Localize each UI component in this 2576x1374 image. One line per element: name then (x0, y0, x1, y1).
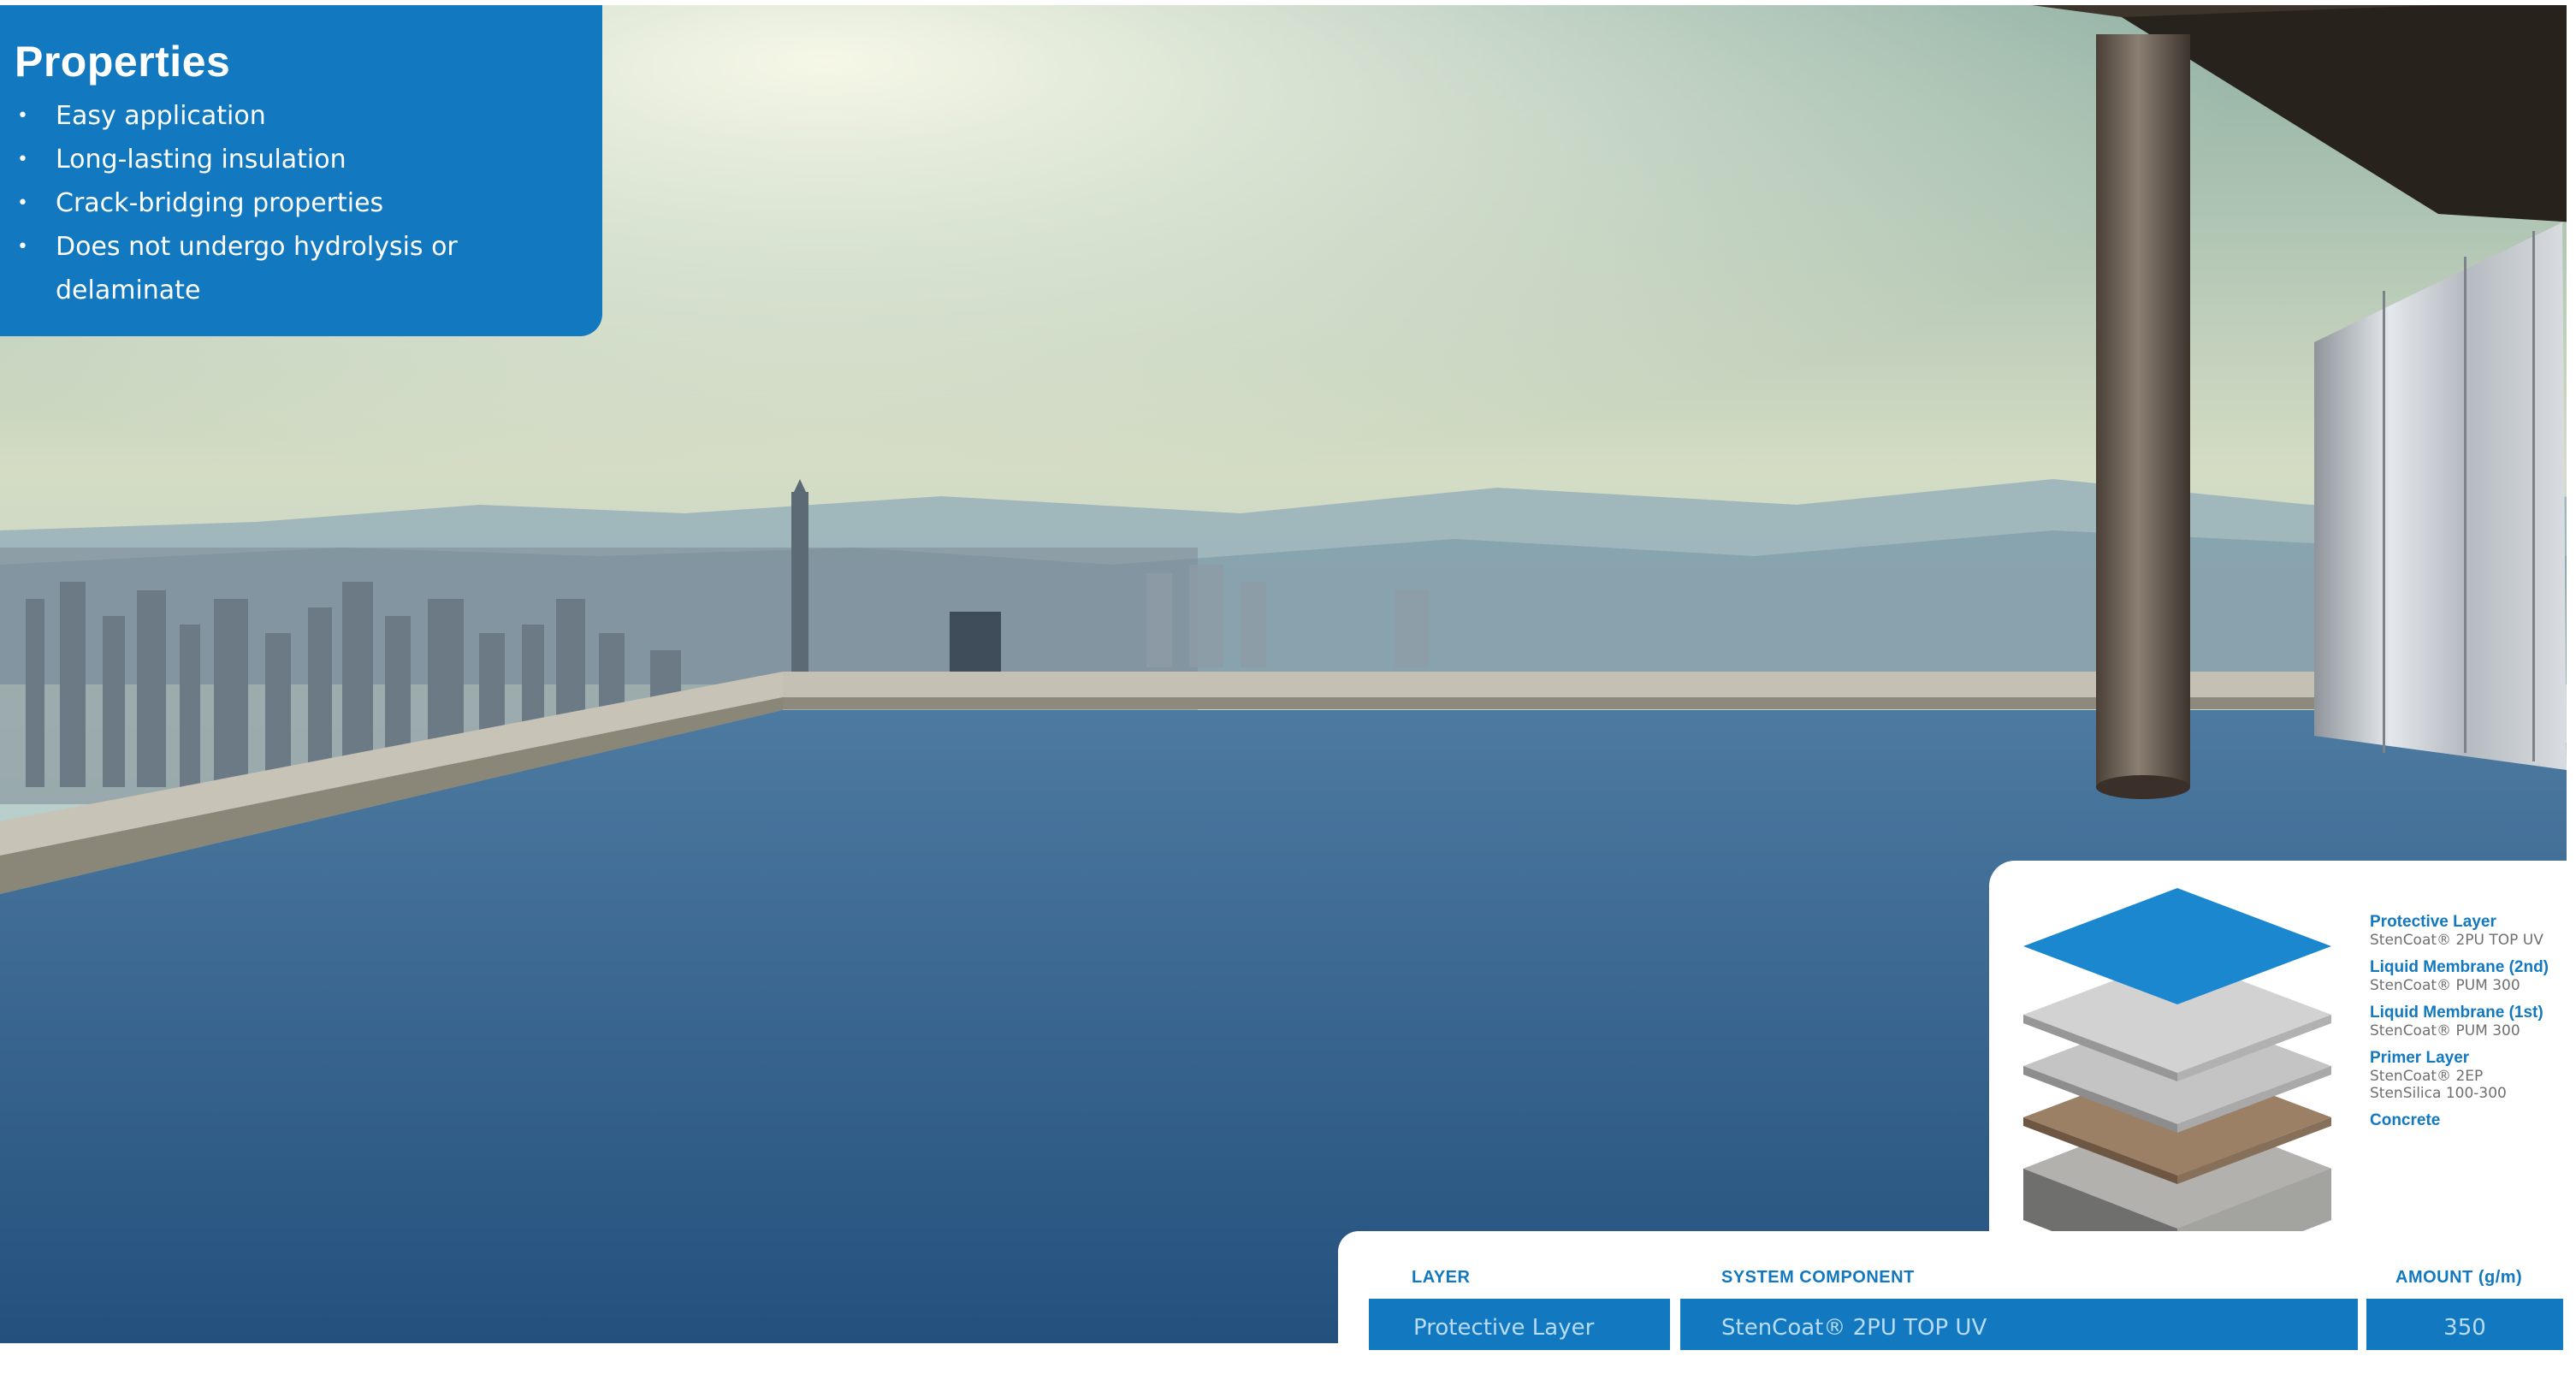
properties-list: • Easy application • Long-lasting insulati… (0, 94, 500, 312)
layer-label-primer: Primer Layer StenCoat® 2EP StenSilica 10… (2370, 1049, 2507, 1102)
protective-layer (2023, 888, 2331, 1004)
table-cell-layer: Protective Layer (1369, 1299, 1670, 1350)
properties-title: Properties (15, 38, 231, 86)
bullet-icon: • (17, 236, 28, 258)
table-cell-amount: 350 (2366, 1299, 2563, 1350)
property-item: • Crack-bridging properties (0, 181, 500, 225)
properties-panel: Properties • Easy application • Long-lasti… (0, 5, 602, 336)
property-item: • Long-lasting insulation (0, 138, 500, 181)
table-header-layer: LAYER (1412, 1268, 1471, 1287)
table-header-amount: AMOUNT (g/m) (2395, 1268, 2523, 1287)
bullet-icon: • (17, 192, 28, 214)
layer-label-protective: Protective Layer StenCoat® 2PU TOP UV (2370, 913, 2543, 949)
bullet-icon: • (17, 105, 28, 127)
layer-labels: Protective Layer StenCoat® 2PU TOP UV Li… (2370, 912, 2575, 1139)
layer-label-membrane-1st: Liquid Membrane (1st) StenCoat® PUM 300 (2370, 1004, 2543, 1039)
table-header-component: SYSTEM COMPONENT (1721, 1268, 1915, 1287)
property-item: • Easy application (0, 94, 500, 138)
layer-stack-diagram (2023, 888, 2331, 1280)
bullet-icon: • (17, 149, 28, 170)
layer-label-membrane-2nd: Liquid Membrane (2nd) StenCoat® PUM 300 (2370, 958, 2549, 994)
property-item: • Does not undergo hydrolysis or delamina… (0, 225, 500, 312)
layer-label-concrete: Concrete (2370, 1111, 2441, 1129)
table-cell-component: StenCoat® 2PU TOP UV (1680, 1299, 2358, 1350)
